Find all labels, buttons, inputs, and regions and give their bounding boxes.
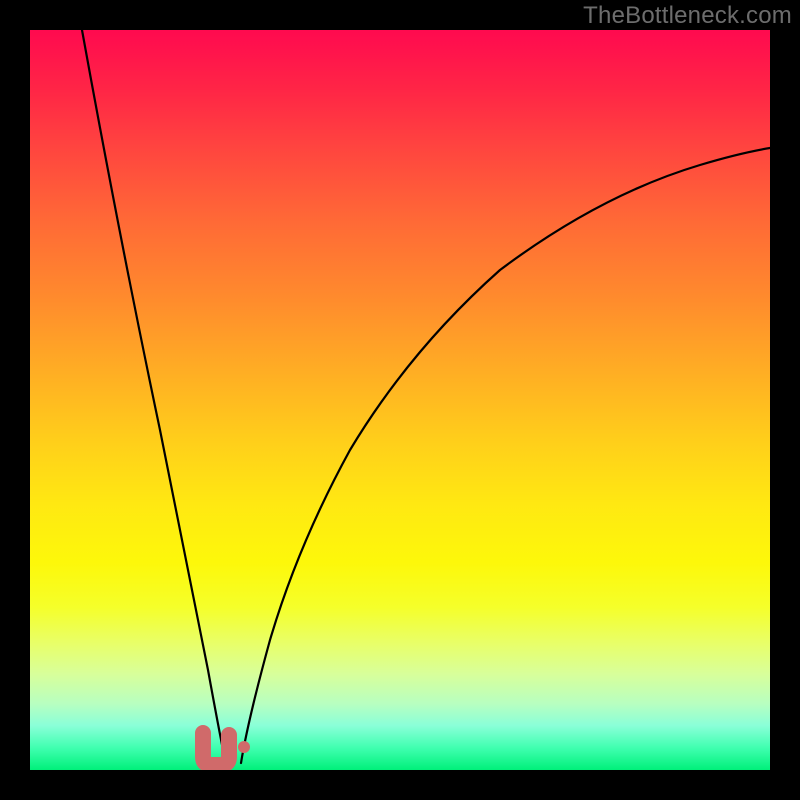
- chart-container: TheBottleneck.com: [0, 0, 800, 800]
- plot-area: [30, 30, 770, 770]
- u-marker: [203, 733, 229, 765]
- right-curve: [241, 148, 770, 763]
- left-curve: [82, 30, 226, 765]
- chart-svg: [30, 30, 770, 770]
- marker-dot: [238, 741, 250, 753]
- watermark-text: TheBottleneck.com: [583, 2, 792, 30]
